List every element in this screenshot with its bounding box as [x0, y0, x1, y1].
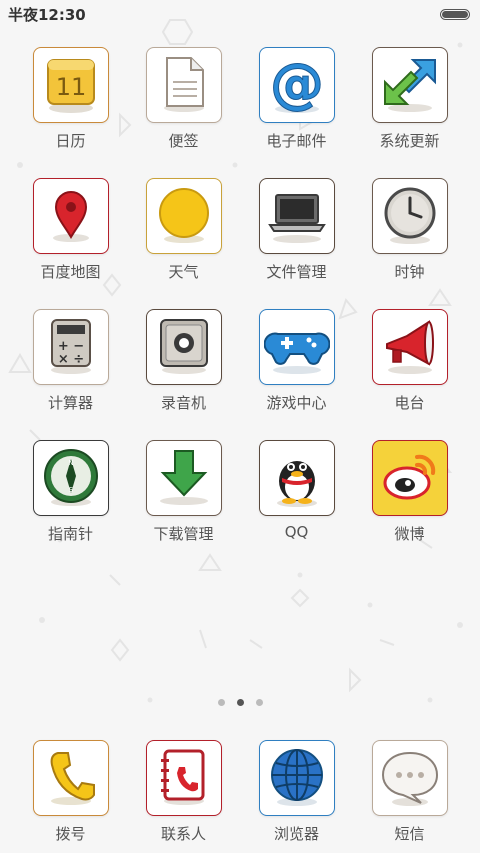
calendar-day: 11	[55, 73, 86, 101]
page-dot[interactable]	[255, 699, 263, 706]
app-download-manager[interactable]: 下载管理	[127, 440, 240, 570]
app-label: 文件管理	[266, 263, 327, 281]
page-indicator	[0, 699, 480, 709]
phone-icon	[32, 740, 109, 816]
app-game-center[interactable]: 游戏中心	[240, 309, 353, 439]
app-label: 电台	[394, 394, 425, 412]
app-label: 系统更新	[379, 132, 440, 150]
app-label: 便签	[168, 132, 199, 150]
app-radio[interactable]: 电台	[353, 309, 466, 439]
weather-sun-icon	[145, 178, 222, 254]
app-messages[interactable]: 短信	[353, 740, 466, 853]
message-bubble-icon	[371, 740, 448, 816]
svg-text:× ÷: × ÷	[57, 352, 83, 367]
map-pin-icon	[32, 178, 109, 254]
app-contacts[interactable]: 联系人	[127, 740, 240, 853]
svg-text:N: N	[68, 459, 73, 467]
svg-text:@: @	[270, 52, 324, 115]
svg-text:S: S	[68, 486, 73, 494]
app-compass[interactable]: N S 指南针	[14, 440, 127, 570]
app-label: 时钟	[394, 263, 425, 281]
app-calendar[interactable]: 11 日历	[14, 47, 127, 177]
app-label: 拨号	[55, 825, 86, 843]
weibo-icon	[371, 440, 448, 516]
megaphone-icon	[371, 309, 448, 385]
app-qq[interactable]: QQ	[240, 440, 353, 570]
app-label: 短信	[394, 825, 425, 843]
app-weibo[interactable]: 微博	[353, 440, 466, 570]
calendar-icon: 11	[32, 47, 109, 123]
app-label: 天气	[168, 263, 199, 281]
app-label: 电子邮件	[266, 132, 327, 150]
status-bar: 半夜12:30	[0, 0, 480, 28]
app-notes[interactable]: 便签	[127, 47, 240, 177]
page-dot-active[interactable]	[236, 699, 244, 706]
app-label: 浏览器	[273, 825, 319, 843]
qq-penguin-icon	[258, 440, 335, 516]
app-email[interactable]: @ 电子邮件	[240, 47, 353, 177]
app-file-manager[interactable]: 文件管理	[240, 178, 353, 308]
notes-icon	[145, 47, 222, 123]
download-arrow-icon	[145, 440, 222, 516]
globe-icon	[258, 740, 335, 816]
app-dialer[interactable]: 拨号	[14, 740, 127, 853]
clock-icon	[371, 178, 448, 254]
gamepad-icon	[258, 309, 335, 385]
compass-icon: N S	[32, 440, 109, 516]
calculator-icon: + − × ÷	[32, 309, 109, 385]
contacts-book-icon	[145, 740, 222, 816]
laptop-icon	[258, 178, 335, 254]
dock: 拨号 联系人 浏览器 短信	[0, 740, 480, 853]
page-dot[interactable]	[217, 699, 225, 706]
app-baidu-map[interactable]: 百度地图	[14, 178, 127, 308]
app-clock[interactable]: 时钟	[353, 178, 466, 308]
app-system-update[interactable]: 系统更新	[353, 47, 466, 177]
app-label: 微博	[394, 525, 425, 543]
app-label: 计算器	[47, 394, 93, 412]
app-label: 下载管理	[153, 525, 214, 543]
recorder-icon	[145, 309, 222, 385]
app-label: 游戏中心	[266, 394, 327, 412]
app-label: QQ	[284, 523, 309, 541]
app-calculator[interactable]: + − × ÷ 计算器	[14, 309, 127, 439]
app-recorder[interactable]: 录音机	[127, 309, 240, 439]
app-label: 联系人	[160, 825, 206, 843]
app-label: 指南针	[47, 525, 93, 543]
app-label: 录音机	[160, 394, 206, 412]
app-browser[interactable]: 浏览器	[240, 740, 353, 853]
system-update-icon	[371, 47, 448, 123]
app-weather[interactable]: 天气	[127, 178, 240, 308]
email-icon: @	[258, 47, 335, 123]
app-label: 日历	[55, 132, 86, 150]
app-label: 百度地图	[40, 263, 101, 281]
battery-icon	[440, 8, 470, 20]
status-time: 半夜12:30	[8, 5, 86, 24]
